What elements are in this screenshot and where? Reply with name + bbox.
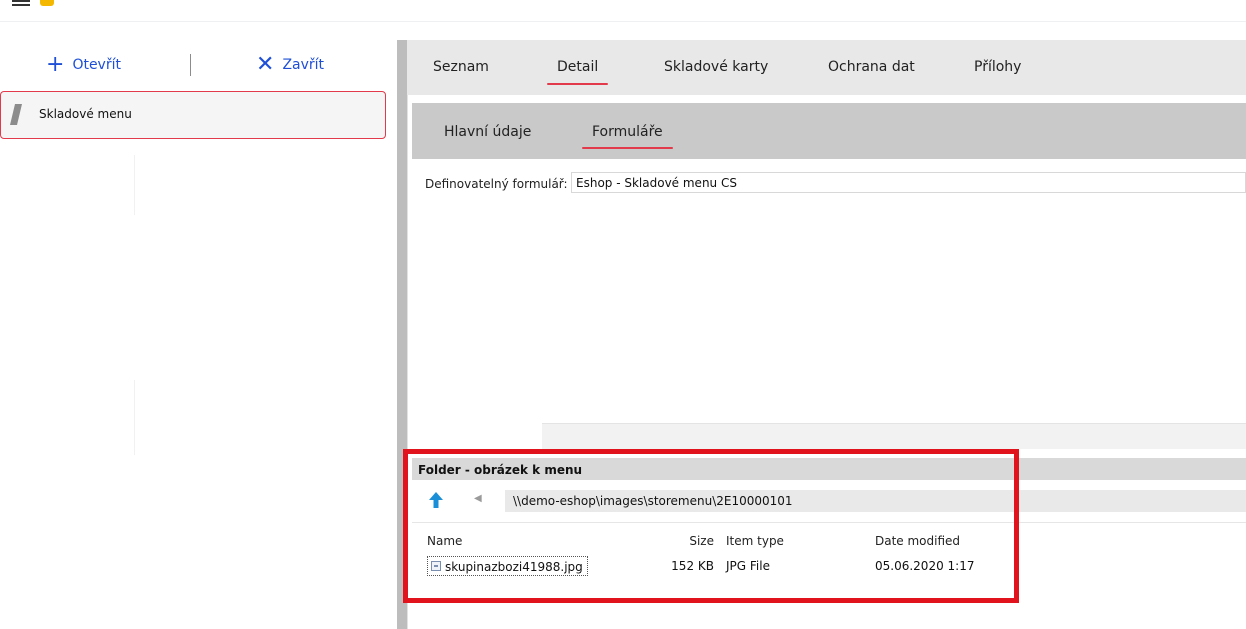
tab-prilohy[interactable]: Přílohy	[974, 59, 1021, 75]
divider	[134, 155, 135, 215]
folder-title: Folder - obrázek k menu	[418, 463, 583, 477]
back-arrow-icon[interactable]: ◀	[474, 493, 482, 504]
panel-border	[397, 40, 407, 629]
left-toolbar: + Otevřít ✕ Zavřít	[0, 48, 390, 84]
tab-hlavni-udaje[interactable]: Hlavní údaje	[444, 124, 531, 140]
x-icon: ✕	[256, 52, 275, 77]
close-label: Zavřít	[282, 57, 325, 73]
close-button[interactable]: ✕ Zavřít	[256, 52, 324, 78]
main-tabs: Seznam Detail Skladové karty Ochrana dat…	[407, 40, 1246, 95]
sidebar-item-skladove-menu[interactable]: Skladové menu	[0, 91, 386, 139]
plus-icon: +	[46, 52, 65, 77]
column-header-name[interactable]: Name	[427, 534, 462, 548]
form-area: Definovatelný formulář: Eshop - Skladové…	[412, 159, 1246, 449]
tab-detail[interactable]: Detail	[546, 59, 609, 85]
column-header-date[interactable]: Date modified	[875, 534, 960, 548]
hamburger-menu-icon[interactable]	[12, 0, 30, 6]
folder-nav: ◀ \\demo-eshop\images\storemenu\2E100001…	[412, 490, 1246, 512]
slash-icon	[10, 104, 22, 125]
folder-header: Folder - obrázek k menu	[412, 458, 1246, 480]
file-type: JPG File	[726, 559, 770, 573]
top-bar	[0, 0, 1246, 22]
sub-tabs: Hlavní údaje Formuláře	[412, 103, 1246, 159]
folder-section: Folder - obrázek k menu ◀ \\demo-eshop\i…	[412, 458, 1246, 629]
file-size: 152 KB	[671, 559, 714, 573]
tab-skladove-karty[interactable]: Skladové karty	[664, 59, 768, 75]
column-header-size[interactable]: Size	[689, 534, 714, 548]
open-label: Otevřít	[72, 57, 121, 73]
sidebar-item-label: Skladové menu	[39, 107, 132, 121]
up-arrow-icon[interactable]	[428, 491, 444, 509]
image-file-icon	[431, 561, 441, 571]
column-header-type[interactable]: Item type	[726, 534, 784, 548]
file-name: skupinazbozi41988.jpg	[445, 560, 583, 574]
form-field-label: Definovatelný formulář:	[425, 177, 568, 191]
open-button[interactable]: + Otevřít	[46, 52, 121, 78]
divider	[134, 380, 135, 455]
path-field[interactable]: \\demo-eshop\images\storemenu\2E10000101	[505, 490, 1246, 512]
folder-icon[interactable]	[40, 0, 54, 6]
file-row[interactable]: skupinazbozi41988.jpg 152 KB JPG File 05…	[412, 556, 1246, 576]
form-select-field[interactable]: Eshop - Skladové menu CS	[571, 172, 1246, 193]
file-date-modified: 05.06.2020 1:17	[875, 559, 975, 573]
toolbar-divider	[190, 54, 191, 76]
form-strip	[542, 423, 1246, 449]
tab-seznam[interactable]: Seznam	[433, 59, 489, 75]
divider	[412, 522, 1246, 523]
tab-formulare[interactable]: Formuláře	[582, 124, 673, 149]
file-name-cell[interactable]: skupinazbozi41988.jpg	[427, 556, 588, 576]
tab-ochrana-dat[interactable]: Ochrana dat	[828, 59, 915, 75]
